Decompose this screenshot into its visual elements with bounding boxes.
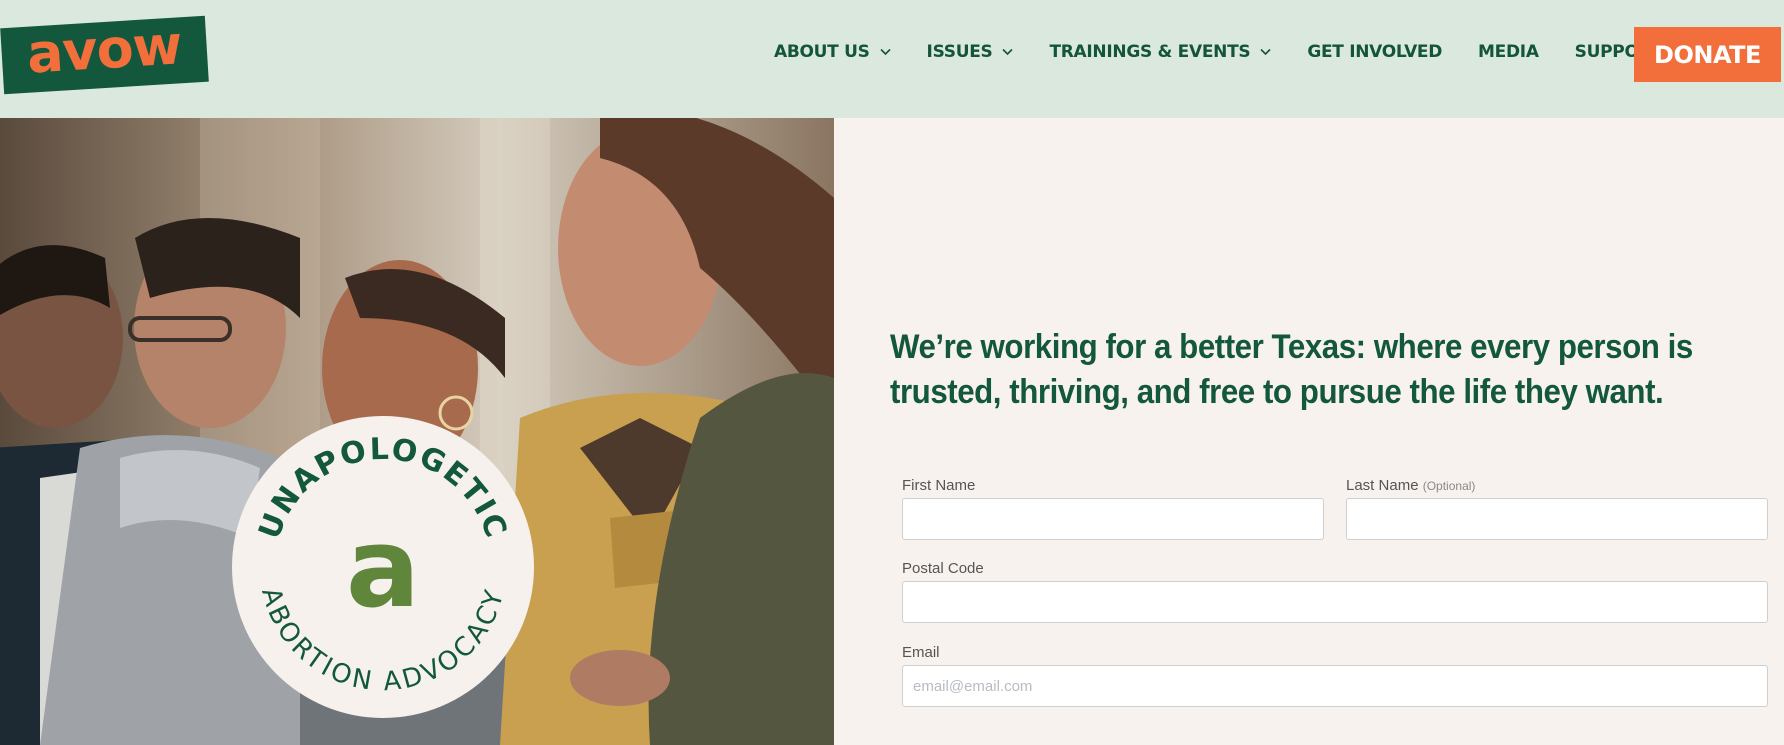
last-name-label-text: Last Name	[1346, 477, 1419, 494]
nav-trainings-events-label: TRAININGS & EVENTS	[1049, 42, 1251, 62]
headline: We’re working for a better Texas: where …	[890, 328, 1693, 411]
main-nav: ABOUT US ISSUES TRAININGS & EVENTS GET I…	[774, 42, 1719, 62]
nav-about-us[interactable]: ABOUT US	[774, 42, 891, 62]
nav-trainings-events[interactable]: TRAININGS & EVENTS	[1049, 42, 1271, 62]
nav-media[interactable]: MEDIA	[1478, 42, 1539, 62]
email-input[interactable]	[902, 665, 1768, 707]
first-name-label-text: First Name	[902, 477, 976, 494]
site-header: avow ABOUT US ISSUES TRAININGS & EVENTS …	[0, 0, 1784, 118]
last-name-label: Last Name (Optional)	[1346, 477, 1475, 494]
nav-issues[interactable]: ISSUES	[927, 42, 1014, 62]
last-name-input[interactable]	[1346, 498, 1768, 540]
signup-panel: We’re working for a better Texas: where …	[834, 118, 1784, 745]
optional-tag: (Optional)	[1422, 479, 1476, 493]
email-label: Email	[902, 644, 940, 661]
chevron-down-icon	[1002, 48, 1014, 56]
email-label-text: Email	[902, 644, 940, 661]
nav-media-label: MEDIA	[1478, 42, 1539, 62]
avow-logo[interactable]: avow	[0, 13, 209, 95]
nav-about-us-label: ABOUT US	[774, 42, 870, 62]
logo-text: avow	[25, 13, 184, 86]
nav-get-involved[interactable]: GET INVOLVED	[1307, 42, 1442, 62]
donate-button[interactable]: DONATE	[1634, 27, 1781, 82]
nav-get-involved-label: GET INVOLVED	[1307, 42, 1443, 62]
postal-code-label-text: Postal Code	[902, 560, 984, 577]
postal-code-input[interactable]	[902, 581, 1768, 623]
first-name-input[interactable]	[902, 498, 1324, 540]
hero-photo: UNAPOLOGETIC ABORTION ADVOCACY a	[0, 118, 834, 745]
nav-issues-label: ISSUES	[926, 42, 993, 62]
unapologetic-badge: UNAPOLOGETIC ABORTION ADVOCACY a	[232, 416, 534, 718]
chevron-down-icon	[1260, 48, 1271, 56]
chevron-down-icon	[879, 48, 891, 56]
postal-code-label: Postal Code	[902, 560, 984, 577]
badge-letter: a	[346, 504, 420, 632]
first-name-label: First Name	[902, 477, 975, 494]
